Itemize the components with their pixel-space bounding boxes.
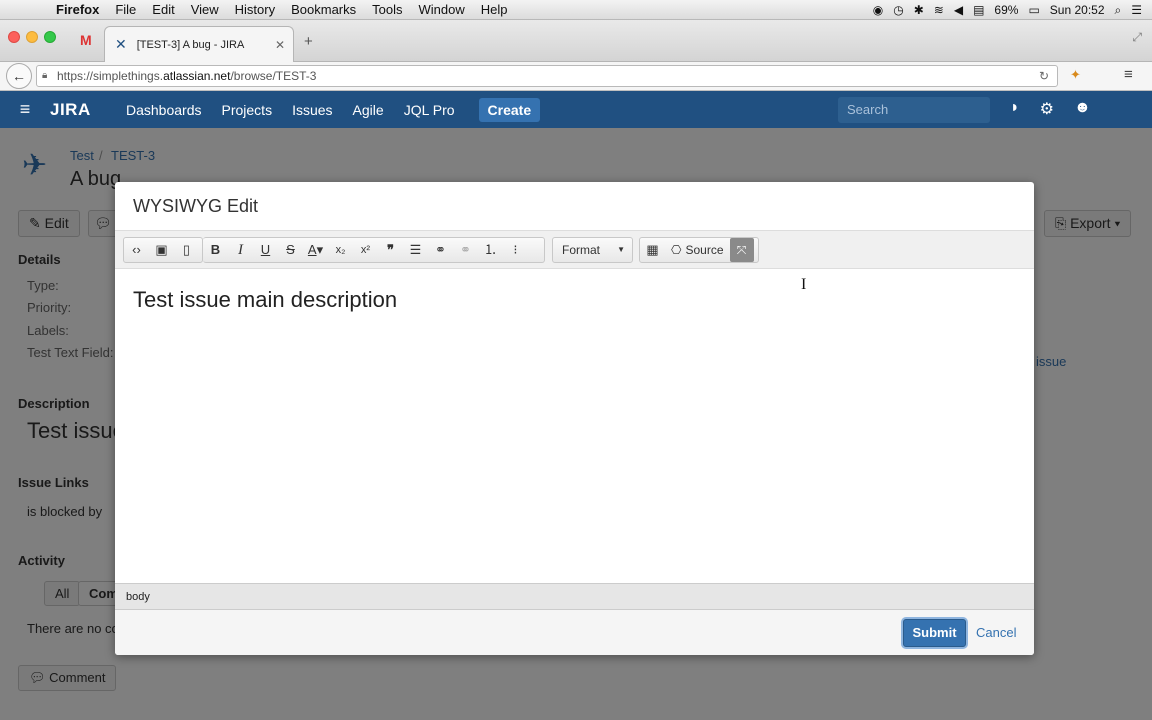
menu-help[interactable]: Help	[473, 2, 516, 17]
menu-history[interactable]: History	[227, 2, 283, 17]
new-tab-icon[interactable]: +	[304, 33, 313, 50]
gear-icon[interactable]: ⚙	[1040, 99, 1054, 119]
back-button[interactable]: ←	[6, 63, 32, 89]
browser-tabbar: M ✕ [TEST-3] A bug - JIRA ✕ + ⤢	[0, 20, 1152, 62]
tab-title: [TEST-3] A bug - JIRA	[136, 38, 245, 51]
format-label: Format	[562, 243, 601, 257]
nav-issues[interactable]: Issues	[282, 102, 342, 118]
bullet-list-icon[interactable]: ⁝	[503, 238, 528, 262]
reload-icon[interactable]: ↻	[1039, 66, 1049, 86]
avatar[interactable]: ☻	[1074, 99, 1091, 119]
wifi-icon[interactable]: ≋	[934, 3, 944, 17]
menu-app-name[interactable]: Firefox	[48, 2, 107, 17]
browser-navbar: ← 🔒︎ https://simplethings.atlassian.net/…	[0, 62, 1152, 91]
menu-edit[interactable]: Edit	[144, 2, 182, 17]
spotlight-icon[interactable]: ⌕	[1115, 3, 1122, 18]
source-icon: ⎔	[671, 243, 682, 257]
search-input[interactable]: Search	[838, 97, 990, 123]
jira-header: ≡ JIRA Dashboards Projects Issues Agile …	[0, 91, 1152, 128]
menu-file[interactable]: File	[107, 2, 144, 17]
format-dropdown[interactable]: Format ▼	[552, 237, 633, 263]
url-host: atlassian.net	[163, 69, 231, 83]
link-icon[interactable]: ⚭	[428, 238, 453, 262]
close-window-icon[interactable]	[8, 31, 20, 43]
url-prefix: https://simplethings.	[57, 69, 164, 83]
notifications-icon[interactable]: ☰	[1131, 3, 1142, 17]
dialog-footer: Submit Cancel	[115, 610, 1034, 655]
superscript-icon[interactable]: x²	[353, 238, 378, 262]
menu-view[interactable]: View	[183, 2, 227, 17]
text-cursor-icon: I	[801, 276, 807, 293]
lock-icon: 🔒︎	[42, 70, 48, 81]
source-button[interactable]: ⎔ Source	[665, 238, 730, 262]
help-icon[interactable]: ◗	[1010, 99, 1020, 119]
extension-icon[interactable]: ✦	[1070, 67, 1081, 83]
minimize-window-icon[interactable]	[26, 31, 38, 43]
horizontal-rule-icon[interactable]: ☰	[403, 238, 428, 262]
code-icon[interactable]: ‹›	[124, 238, 149, 262]
url-bar[interactable]: 🔒︎ https://simplethings.atlassian.net/br…	[36, 65, 1058, 87]
nav-projects[interactable]: Projects	[212, 102, 283, 118]
toolbar-group-format: B I U S A▾ x₂ x² ❞ ☰ ⚭ ⚭ ⒈ ⁝	[203, 237, 545, 263]
underline-icon[interactable]: U	[253, 238, 278, 262]
tab-jira[interactable]: ✕ [TEST-3] A bug - JIRA ✕	[104, 26, 294, 62]
document-icon[interactable]: ▯	[174, 238, 199, 262]
toolbar-group-insert: ‹› ▣ ▯	[123, 237, 203, 263]
url-path: /browse/TEST-3	[230, 69, 317, 83]
text-color-icon[interactable]: A▾	[303, 238, 328, 262]
nav-dashboards[interactable]: Dashboards	[116, 102, 212, 118]
dialog-title: WYSIWYG Edit	[133, 196, 259, 216]
battery-percent[interactable]: 69%	[994, 3, 1018, 17]
gmail-pinned-tab-icon[interactable]: M	[80, 32, 92, 48]
editor-text[interactable]: Test issue main description	[133, 287, 397, 313]
bold-icon[interactable]: B	[203, 238, 228, 262]
volume-icon[interactable]: ◀	[954, 3, 963, 17]
wysiwyg-edit-dialog: WYSIWYG Edit ‹› ▣ ▯ B I U S A▾ x₂ x² ❞ ☰…	[115, 182, 1034, 655]
cancel-button[interactable]: Cancel	[976, 625, 1016, 640]
nav-agile[interactable]: Agile	[343, 102, 394, 118]
source-label: Source	[685, 243, 724, 257]
jira-favicon-icon: ✕	[115, 36, 127, 52]
blockquote-icon[interactable]: ❞	[378, 238, 403, 262]
chevron-down-icon: ▼	[617, 245, 625, 254]
tab-close-icon[interactable]: ✕	[275, 38, 285, 52]
record-icon[interactable]: ◉	[873, 3, 883, 17]
nav-jql-pro[interactable]: JQL Pro	[394, 102, 465, 118]
strikethrough-icon[interactable]: S	[278, 238, 303, 262]
editor-statusbar: body	[115, 583, 1034, 610]
menu-tools[interactable]: Tools	[364, 2, 410, 17]
zoom-window-icon[interactable]	[44, 31, 56, 43]
submit-button[interactable]: Submit	[903, 619, 966, 647]
toolbar-group-tools: ▦ ⎔ Source ⤧	[639, 237, 759, 263]
create-button[interactable]: Create	[478, 97, 541, 122]
status-area: ◉ ◷ ✱ ≋ ◀ ▤ 69% ▭ Sun 20:52 ⌕ ☰	[873, 0, 1152, 20]
battery-icon[interactable]: ▭	[1028, 3, 1039, 17]
app-switcher-icon[interactable]: ≡	[0, 99, 50, 120]
clock[interactable]: Sun 20:52	[1050, 3, 1105, 17]
editor-content-area[interactable]: Test issue main description	[115, 269, 1034, 583]
format-select[interactable]: Format ▼	[553, 238, 631, 262]
italic-icon[interactable]: I	[228, 238, 253, 262]
mac-menubar: Firefox File Edit View History Bookmarks…	[0, 0, 1152, 20]
bluetooth-icon[interactable]: ✱	[914, 3, 924, 17]
browser-menu-icon[interactable]: ≡	[1124, 66, 1133, 83]
unlink-icon[interactable]: ⚭	[453, 238, 478, 262]
flag-icon[interactable]: ▤	[973, 3, 984, 17]
fullscreen-icon[interactable]: ⤢	[1132, 30, 1142, 45]
time-machine-icon[interactable]: ◷	[893, 3, 903, 17]
image-icon[interactable]: ▣	[149, 238, 174, 262]
menu-window[interactable]: Window	[411, 2, 473, 17]
jira-logo[interactable]: JIRA	[50, 100, 116, 120]
subscript-icon[interactable]: x₂	[328, 238, 353, 262]
ordered-list-icon[interactable]: ⒈	[478, 238, 503, 262]
menu-bookmarks[interactable]: Bookmarks	[283, 2, 364, 17]
table-icon[interactable]: ▦	[640, 238, 665, 262]
editor-toolbar: ‹› ▣ ▯ B I U S A▾ x₂ x² ❞ ☰ ⚭ ⚭ ⒈ ⁝ Form…	[115, 230, 1034, 269]
element-path[interactable]: body	[126, 591, 150, 603]
fullscreen-toggle-icon[interactable]: ⤧	[729, 238, 754, 262]
